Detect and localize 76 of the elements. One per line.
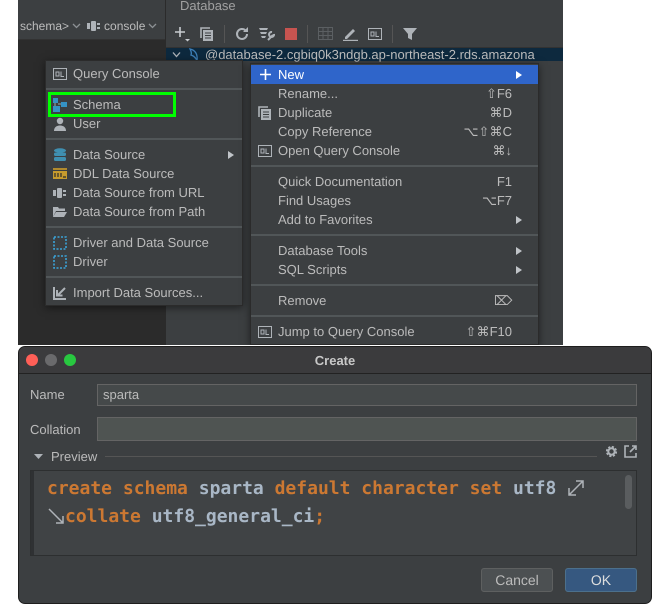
breadcrumb-dropdown[interactable]: schema> [20,18,82,32]
shortcut-text: ⌘↓ [492,143,512,158]
shortcut-text: ⌥⇧⌘C [464,124,512,139]
scrollbar-thumb[interactable] [625,475,632,509]
console-icon [258,144,272,156]
expanded-triangle-icon[interactable] [34,452,43,460]
pencil-icon[interactable] [343,26,358,40]
menu-item[interactable]: User [46,114,242,133]
copy-icon [258,106,272,120]
close-button[interactable] [26,354,38,366]
zoom-button[interactable] [64,354,76,366]
menu-item[interactable]: Jump to Query Console ⇧⌘F10 [251,322,538,341]
tree-row[interactable]: @database-2.cgbiq0k3ndgb.ap-northeast-2.rds.amazona [166,48,563,61]
copy-icon[interactable] [200,26,214,40]
shortcut-text: ⇧⌘F10 [466,324,512,339]
menu-item[interactable]: Schema [46,95,242,114]
shortcut-text: ⌦ [494,293,512,308]
cancel-button[interactable]: Cancel [481,568,553,592]
dolphin-icon [187,48,199,62]
import-icon [53,286,67,300]
external-link-icon[interactable] [624,444,637,458]
database-icon [53,148,67,162]
console-icon [53,68,67,80]
add-dropdown-icon[interactable] [174,26,190,42]
menu-item[interactable]: Data Source from Path [46,202,242,221]
stop-icon[interactable] [285,28,297,40]
user-icon [53,116,67,130]
chevron-down-icon [72,22,82,28]
section-label: Preview [51,448,98,464]
menu-item[interactable]: Driver [46,252,242,271]
panel-title: Database [180,0,236,13]
chevron-down-icon [148,22,158,28]
shortcut-text: ⇧F6 [486,86,512,101]
input-field[interactable] [97,417,637,441]
console-icon [258,326,272,338]
window-title: Create [314,352,356,368]
field-label: Name [30,387,66,402]
settings-icon[interactable] [605,444,618,458]
menu-item[interactable]: Quick Documentation F1 [251,172,538,191]
refresh-icon[interactable] [235,26,249,40]
menu-item[interactable]: Open Query Console ⌘↓ [251,141,538,160]
menu-item[interactable]: Find Usages ⌥F7 [251,191,538,210]
wrench-icon[interactable] [259,26,275,40]
menu-item[interactable]: Copy Reference ⌥⇧⌘C [251,122,538,141]
menu-item[interactable]: SQL Scripts [251,260,538,279]
menu-item[interactable]: Driver and Data Source [46,233,242,252]
menu-item[interactable]: Data Source [46,145,242,164]
filter-icon[interactable] [403,26,417,40]
shortcut-text: F1 [496,174,512,189]
menu-item[interactable]: Data Source from URL [46,183,242,202]
menu-item[interactable]: Add to Favorites [251,210,538,229]
code-line: create schema sparta default character set utf8 [47,478,556,498]
field-label: Collation [30,422,82,436]
ok-button[interactable]: OK [565,568,637,592]
shortcut-text: ⌘D [490,105,512,120]
menu-item[interactable]: Duplicate ⌘D [251,103,538,122]
driver-icon [53,236,67,250]
console-icon[interactable] [368,28,382,40]
plug-icon [87,20,102,32]
menu-item[interactable]: Database Tools [251,241,538,260]
ddl-icon [53,168,67,180]
menu-item[interactable]: Query Console [46,64,242,83]
plug-icon [53,186,67,198]
menu-item[interactable]: Remove ⌦ [251,291,538,310]
shortcut-text: ⌥F7 [482,193,512,208]
schema-icon [53,98,67,112]
menu-item[interactable]: Import Data Sources... [46,283,242,302]
menu-item[interactable]: DDL Data Source [46,164,242,183]
menu-item[interactable]: New [251,65,538,84]
menu-item[interactable]: Rename... ⇧F6 [251,84,538,103]
folder-icon [53,206,67,218]
code-line: collate utf8_general_ci; [65,506,326,526]
driver-icon [53,254,67,268]
plus-icon [258,68,272,81]
console-dropdown[interactable]: console [87,18,158,32]
input-field[interactable]: sparta [97,384,637,406]
